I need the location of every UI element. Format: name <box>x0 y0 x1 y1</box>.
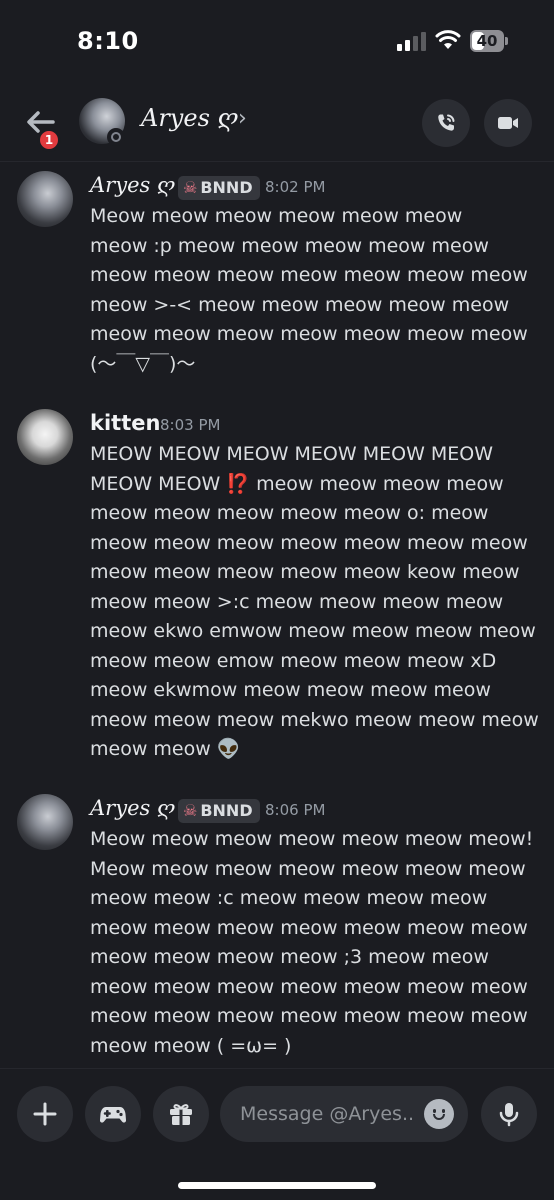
message-line-group: MEOW MEOW ⁉️ meow meow meow meow <box>90 469 504 499</box>
battery-tip <box>505 37 508 45</box>
message-line: meow meow meow meow meow meow meow <box>90 532 528 554</box>
server-tag-label: BNND <box>200 801 253 820</box>
message-author[interactable]: Aryes ღ <box>90 796 175 820</box>
message-line: meow meow meow meow meow o: meow <box>90 502 489 524</box>
dm-screen: 8:10 40 1 Aryes ღ › Aryes ღ ☠ BNND 8:02 … <box>0 0 554 1200</box>
skull-icon: ☠ <box>183 178 198 197</box>
message-line: MEOW MEOW MEOW MEOW MEOW MEOW <box>90 443 494 465</box>
gamepad-icon <box>99 1107 127 1123</box>
message-line: meow >-< meow meow meow meow meow <box>90 294 510 316</box>
video-camera-icon <box>498 117 518 129</box>
message-line: meow meow :c meow meow meow meow <box>90 887 488 909</box>
message-text: MEOW MEOW <box>90 473 221 495</box>
gift-icon <box>170 1104 192 1125</box>
message-line: meow meow meow meow meow keow meow <box>90 561 520 583</box>
skull-icon: ☠ <box>183 801 198 820</box>
message-list[interactable]: Aryes ღ ☠ BNND 8:02 PM Meow meow meow meo… <box>0 163 554 1068</box>
server-tag[interactable]: ☠ BNND <box>178 799 260 823</box>
battery-indicator: 40 <box>470 30 508 52</box>
message-line: (～￣▽￣)～ <box>90 353 196 375</box>
status-time: 8:10 <box>77 27 139 55</box>
offline-status-icon <box>107 128 125 146</box>
message-line: meow meow emow meow meow meow xD <box>90 650 497 672</box>
message-line: meow ekwo emwow meow meow meow meow <box>90 620 536 642</box>
message-line: meow :p meow meow meow meow meow <box>90 235 489 257</box>
message-line: meow meow meow meow meow meow meow <box>90 264 528 286</box>
message-line: meow meow meow meow meow meow meow <box>90 917 528 939</box>
phone-icon <box>438 114 455 131</box>
message-composer <box>0 1068 554 1200</box>
message-author[interactable]: kitten <box>90 411 160 435</box>
home-indicator <box>178 1182 376 1189</box>
microphone-icon <box>499 1103 519 1127</box>
message-line: meow meow ( =ω= ) <box>90 1035 292 1057</box>
message-line: meow meow meow meow ;3 meow meow <box>90 946 489 968</box>
cellular-signal-icon <box>397 32 426 51</box>
message-line: meow meow meow meow meow meow meow <box>90 323 528 345</box>
dm-header: 1 Aryes ღ › <box>0 82 554 162</box>
plus-icon <box>33 1102 57 1126</box>
message-line: Meow meow meow meow meow meow <box>90 205 463 227</box>
avatar[interactable] <box>17 171 73 227</box>
battery-label: 40 <box>476 32 498 50</box>
avatar[interactable] <box>17 409 73 465</box>
chevron-right-icon[interactable]: › <box>238 106 247 131</box>
exclamation-question-icon: ⁉️ <box>226 473 251 495</box>
message-timestamp: 8:06 PM <box>265 801 326 819</box>
message-text: meow meow meow meow <box>256 473 504 495</box>
gift-button[interactable] <box>153 1086 209 1142</box>
add-attachment-button[interactable] <box>17 1086 73 1142</box>
voice-message-button[interactable] <box>481 1086 537 1142</box>
message-line: meow meow meow meow meow meow meow <box>90 1005 528 1027</box>
server-tag[interactable]: ☠ BNND <box>178 176 260 200</box>
voice-call-button[interactable] <box>422 99 470 147</box>
message-line: meow meow >:c meow meow meow meow <box>90 591 504 613</box>
message-author[interactable]: Aryes ღ <box>90 173 175 197</box>
message-timestamp: 8:02 PM <box>265 178 326 196</box>
message-line: meow meow meow meow meow meow meow <box>90 976 528 998</box>
unread-badge: 1 <box>37 128 61 152</box>
message-line: meow ekwmow meow meow meow meow <box>90 679 491 701</box>
video-call-button[interactable] <box>484 99 532 147</box>
message-line: Meow meow meow meow meow meow meow! <box>90 828 534 850</box>
message-line: Meow meow meow meow meow meow meow <box>90 858 526 880</box>
server-tag-label: BNND <box>200 178 253 197</box>
message-line: meow meow meow mekwo meow meow meow <box>90 709 539 731</box>
recipient-name[interactable]: Aryes ღ <box>141 104 238 132</box>
activities-button[interactable] <box>85 1086 141 1142</box>
status-bar: 8:10 40 <box>0 0 554 82</box>
smiley-icon[interactable] <box>424 1099 454 1129</box>
wifi-icon <box>435 30 461 49</box>
message-line: meow meow 👽 <box>90 738 241 760</box>
avatar[interactable] <box>17 794 73 850</box>
message-timestamp: 8:03 PM <box>160 416 221 434</box>
